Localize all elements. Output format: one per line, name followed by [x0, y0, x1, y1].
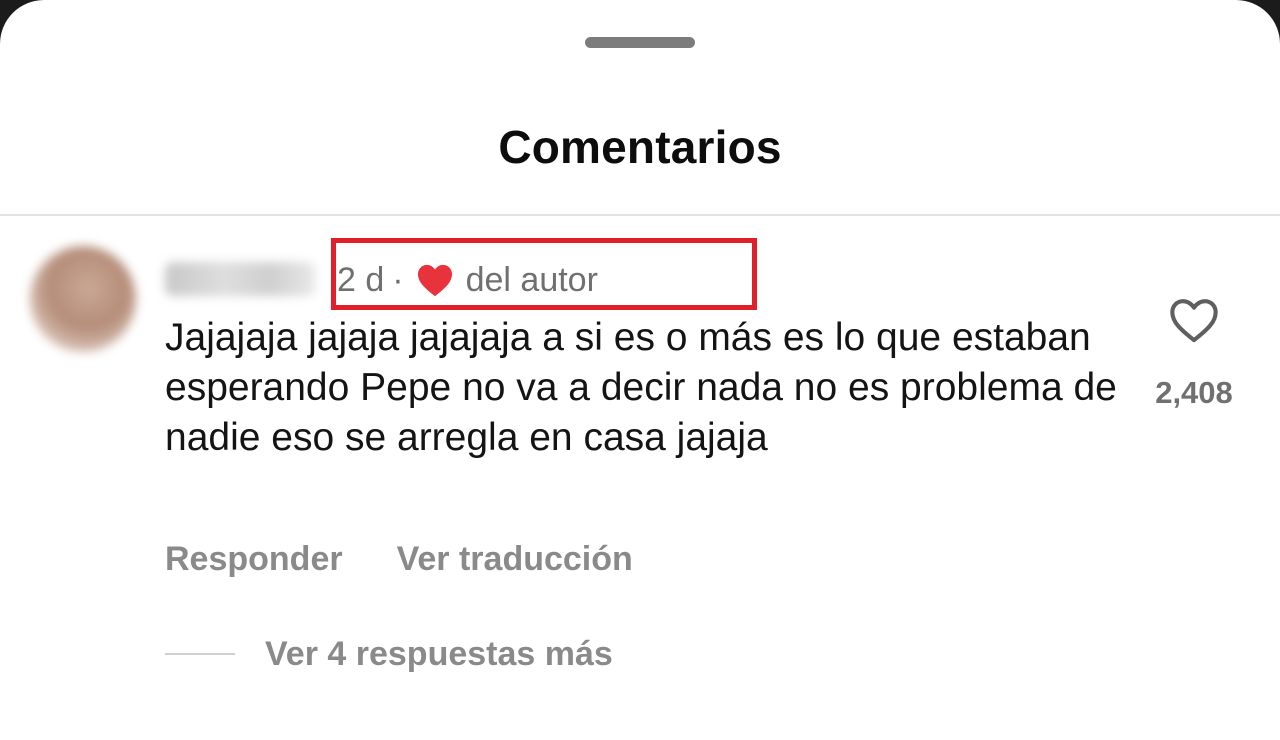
comments-sheet: Comentarios 2 d · del autor Jajajaja jaj… — [0, 0, 1280, 740]
comment-actions: Responder Ver traducción — [165, 535, 633, 583]
heart-outline-icon[interactable] — [1168, 296, 1220, 349]
translate-button[interactable]: Ver traducción — [397, 540, 633, 579]
avatar[interactable] — [30, 246, 136, 352]
drag-handle[interactable] — [585, 37, 695, 48]
sheet-title: Comentarios — [498, 121, 782, 173]
replies-line — [165, 653, 235, 655]
like-column: 2,408 — [1140, 296, 1248, 411]
username-blurred[interactable] — [165, 262, 315, 296]
header-divider — [0, 214, 1280, 216]
highlight-box — [331, 238, 757, 310]
reply-button[interactable]: Responder — [165, 540, 343, 579]
view-replies-button[interactable]: Ver 4 respuestas más — [165, 630, 613, 678]
comment-text: Jajajaja jajaja jajajaja a si es o más e… — [165, 316, 1117, 459]
like-count: 2,408 — [1155, 375, 1233, 410]
view-replies-label: Ver 4 respuestas más — [265, 634, 613, 673]
